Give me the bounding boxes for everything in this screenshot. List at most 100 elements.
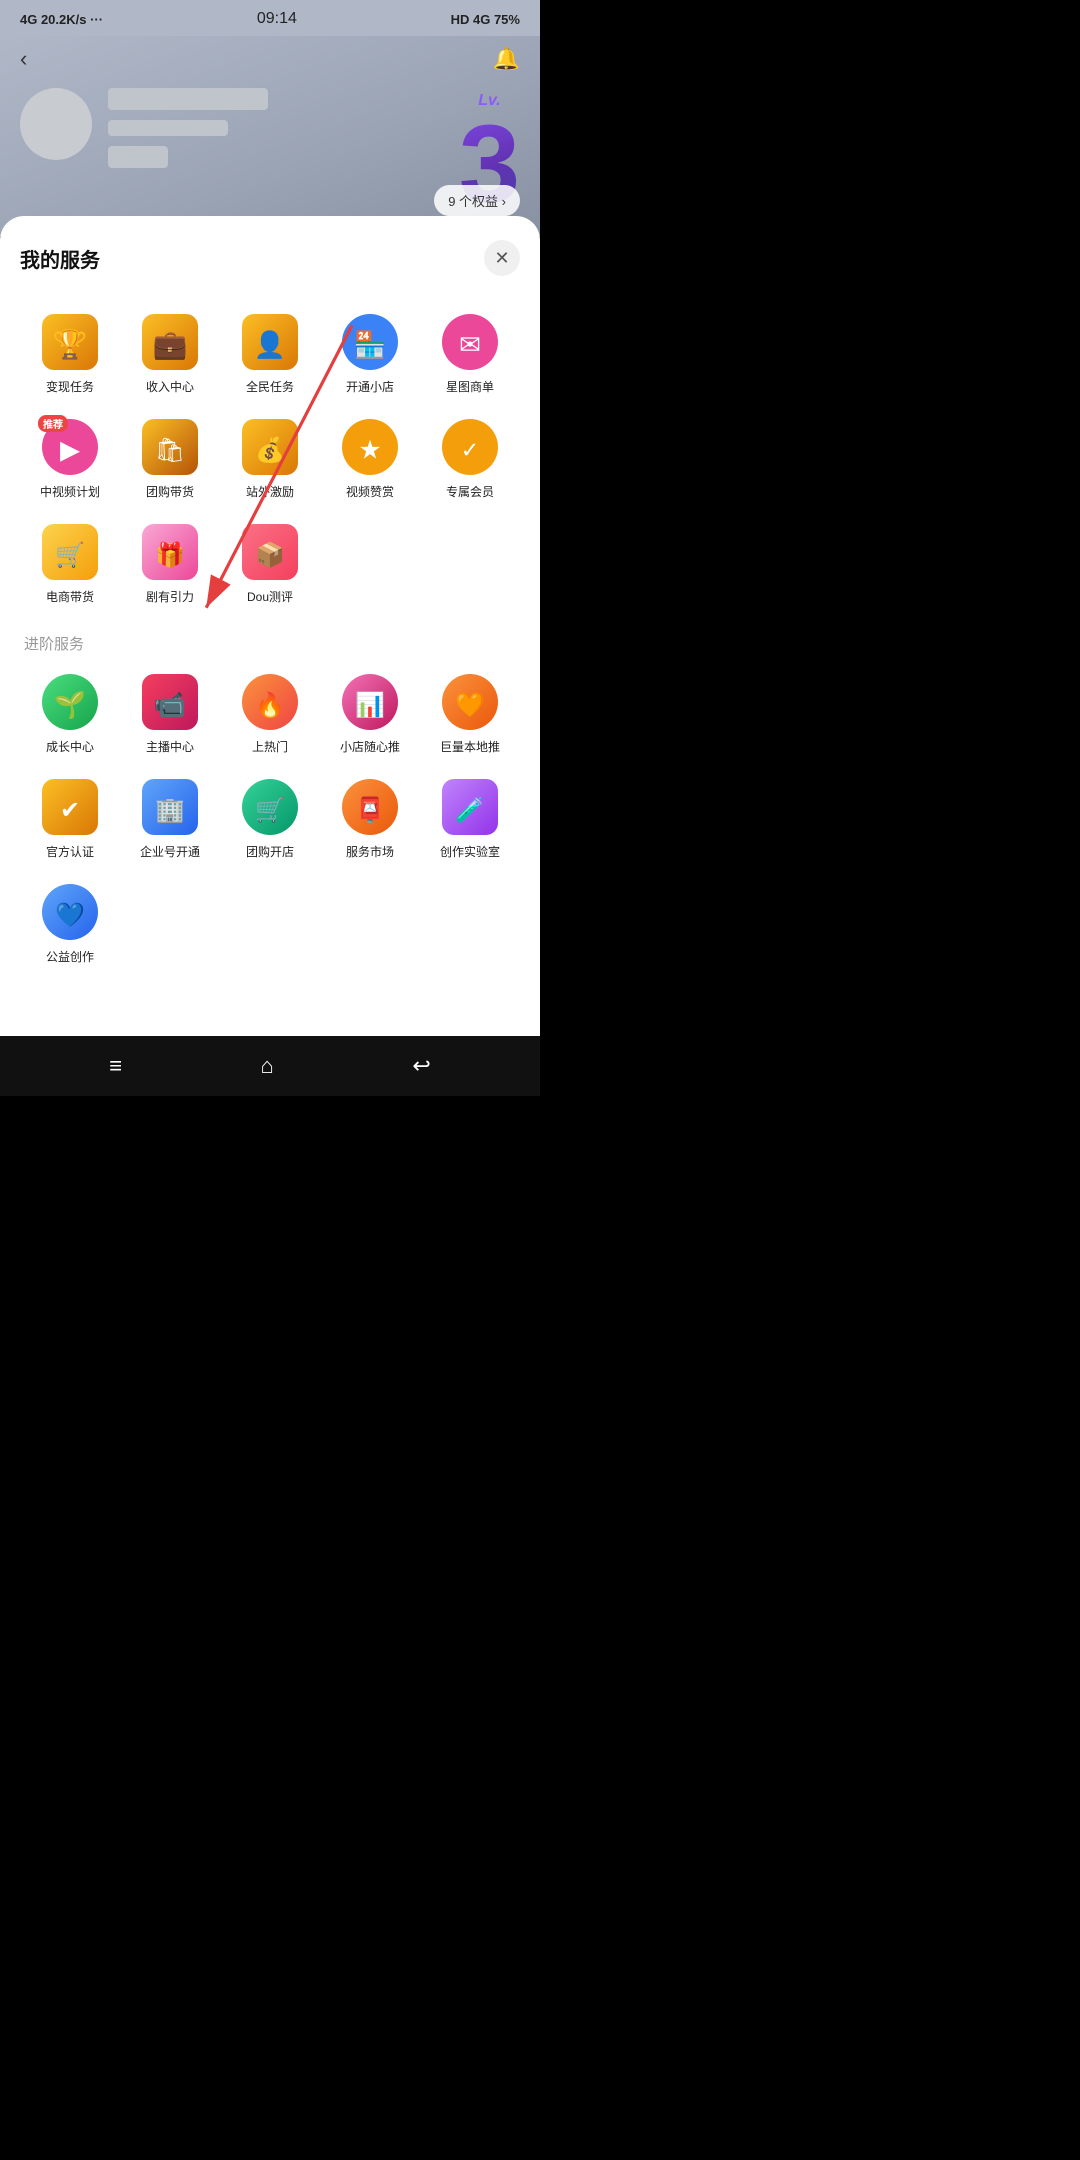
service-item-tuangoukaidan[interactable]: 🛒 团购开店: [220, 769, 320, 874]
svg-text:🏪: 🏪: [354, 329, 386, 359]
svg-text:🛍: 🛍: [155, 437, 185, 464]
service-item-biancheng[interactable]: 🏆 变现任务: [20, 304, 120, 409]
back-button[interactable]: ‹: [20, 46, 27, 72]
service-item-guanfang[interactable]: ✔ 官方认证: [20, 769, 120, 874]
svg-text:✉: ✉: [459, 329, 481, 359]
bell-button[interactable]: 🔔: [493, 46, 520, 72]
service-icon-zhongshipin: ▶推荐: [42, 419, 98, 475]
bottom-nav: ≡ ⌂ ↩: [0, 1036, 540, 1096]
service-item-zhubo[interactable]: 📹主播中心: [120, 664, 220, 769]
service-label-dou: Dou测评: [247, 588, 293, 605]
svg-text:✔: ✔: [60, 797, 80, 824]
svg-text:📊: 📊: [355, 691, 385, 719]
svg-text:🌱: 🌱: [54, 689, 86, 719]
service-icon-shipin: ★: [342, 419, 398, 475]
service-label-dianshang: 电商带货: [46, 588, 94, 605]
advanced-services-grid: 🌱成长中心📹主播中心 🔥 上热门 📊 小店随心推 🧡 巨量本地推 ✔ 官方认证 🏢 企业号开通 🛒 团购…: [20, 664, 520, 979]
service-item-shouru[interactable]: 💼收入中心: [120, 304, 220, 409]
service-icon-xiaodian: 📊: [342, 674, 398, 730]
service-label-qiye: 企业号开通: [140, 843, 200, 860]
service-item-juliang[interactable]: 🧡 巨量本地推: [420, 664, 520, 769]
service-label-gongyi: 公益创作: [46, 948, 94, 965]
svg-text:🏆: 🏆: [53, 328, 88, 361]
svg-text:✓: ✓: [461, 437, 479, 462]
svg-text:📦: 📦: [255, 541, 285, 569]
service-item-xingtushangdan[interactable]: ✉星图商单: [420, 304, 520, 409]
services-grid: 🏆变现任务💼收入中心👤全民任务🏪开通小店✉星图商单▶推荐中视频计划🛍团购带货💰站…: [20, 304, 520, 619]
service-item-chengzhang[interactable]: 🌱成长中心: [20, 664, 120, 769]
svg-text:💙: 💙: [55, 902, 85, 929]
service-icon-shangremen: 🔥: [242, 674, 298, 730]
service-label-biancheng: 变现任务: [46, 378, 94, 395]
service-label-shiyanshi: 创作实验室: [440, 843, 500, 860]
back-nav-icon[interactable]: ↩: [412, 1053, 430, 1079]
svg-text:🧡: 🧡: [455, 692, 485, 719]
svg-text:🛒: 🛒: [55, 541, 85, 569]
service-icon-zhanjiwaihu: 💰: [242, 419, 298, 475]
svg-text:🎁: 🎁: [155, 541, 185, 569]
service-item-quanmin[interactable]: 👤 全民任务: [220, 304, 320, 409]
header-nav: ‹ 🔔: [20, 46, 520, 72]
service-icon-qiye: 🏢: [142, 779, 198, 835]
modal-header: 我的服务 ✕: [20, 240, 520, 276]
menu-icon[interactable]: ≡: [109, 1053, 122, 1079]
service-item-shipin[interactable]: ★ 视频赞赏: [320, 409, 420, 514]
service-label-juliang: 巨量本地推: [440, 738, 500, 755]
service-label-zhubo: 主播中心: [146, 738, 194, 755]
status-bar: 4G 20.2K/s ··· 09:14 HD 4G 75%: [0, 0, 540, 36]
userid-bar: [108, 120, 228, 136]
service-label-tuangoukaidan: 团购开店: [246, 843, 294, 860]
service-label-guanfang: 官方认证: [46, 843, 94, 860]
service-label-tuangou: 团购带货: [146, 483, 194, 500]
service-item-fuwu[interactable]: 📮服务市场: [320, 769, 420, 874]
service-item-qiye[interactable]: 🏢 企业号开通: [120, 769, 220, 874]
svg-text:💼: 💼: [153, 329, 188, 361]
svg-text:▶: ▶: [60, 434, 80, 464]
service-icon-kaitong: 🏪: [342, 314, 398, 370]
service-item-zhuanshu[interactable]: ✓专属会员: [420, 409, 520, 514]
service-icon-chengzhang: 🌱: [42, 674, 98, 730]
service-item-shangremen[interactable]: 🔥 上热门: [220, 664, 320, 769]
service-label-xiaodian: 小店随心推: [340, 738, 400, 755]
home-icon[interactable]: ⌂: [261, 1053, 274, 1079]
tag-bar: [108, 146, 168, 168]
service-item-dou[interactable]: 📦 Dou测评: [220, 514, 320, 619]
service-item-shiyanshi[interactable]: 🧪 创作实验室: [420, 769, 520, 874]
service-label-kaitong: 开通小店: [346, 378, 394, 395]
service-label-shipin: 视频赞赏: [346, 483, 394, 500]
status-right: HD 4G 75%: [451, 12, 520, 27]
service-label-shangremen: 上热门: [252, 738, 288, 755]
avatar: [20, 88, 92, 160]
profile-content: [20, 88, 520, 168]
service-item-zhongshipin[interactable]: ▶推荐中视频计划: [20, 409, 120, 514]
svg-text:🛒: 🛒: [255, 796, 285, 824]
modal-sheet: 我的服务 ✕ 🏆变现任务💼收入中心👤全民任务🏪开通小店✉星图商单▶推荐中视频计划…: [0, 216, 540, 1036]
profile-header: ‹ 🔔 Lv. 3 9 个权益 ›: [0, 36, 540, 236]
section-advanced-title: 进阶服务: [24, 633, 520, 654]
service-icon-gongyi: 💙: [42, 884, 98, 940]
service-icon-quanmin: 👤: [242, 314, 298, 370]
service-item-kaitong[interactable]: 🏪 开通小店: [320, 304, 420, 409]
service-item-tuangou[interactable]: 🛍 团购带货: [120, 409, 220, 514]
benefits-button[interactable]: 9 个权益 ›: [434, 185, 520, 216]
service-icon-shouru: 💼: [142, 314, 198, 370]
status-left: 4G 20.2K/s ···: [20, 12, 103, 27]
service-label-quanmin: 全民任务: [246, 378, 294, 395]
status-time: 09:14: [257, 10, 297, 28]
svg-text:🧪: 🧪: [455, 797, 485, 824]
service-icon-zhuanshu: ✓: [442, 419, 498, 475]
svg-text:🏢: 🏢: [155, 797, 185, 824]
service-item-gongyi[interactable]: 💙 公益创作: [20, 874, 120, 979]
service-icon-guanfang: ✔: [42, 779, 98, 835]
service-item-xiaodian[interactable]: 📊 小店随心推: [320, 664, 420, 769]
service-label-juyou: 剧有引力: [146, 588, 194, 605]
service-icon-dou: 📦: [242, 524, 298, 580]
service-item-juyou[interactable]: 🎁 剧有引力: [120, 514, 220, 619]
close-button[interactable]: ✕: [484, 240, 520, 276]
username-bar: [108, 88, 268, 110]
service-item-zhanjiwaihu[interactable]: 💰站外激励: [220, 409, 320, 514]
badge-zhongshipin: 推荐: [38, 415, 68, 432]
service-item-dianshang[interactable]: 🛒 电商带货: [20, 514, 120, 619]
svg-text:🔥: 🔥: [255, 691, 285, 719]
service-icon-juliang: 🧡: [442, 674, 498, 730]
